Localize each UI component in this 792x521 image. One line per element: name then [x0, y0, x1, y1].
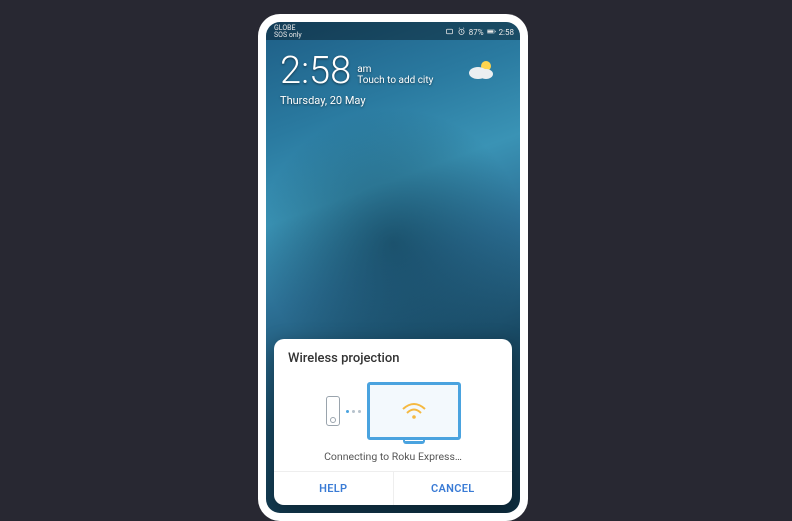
cast-graphic	[326, 382, 461, 440]
connecting-dots-icon	[346, 410, 361, 413]
add-city-label: Touch to add city	[357, 75, 433, 86]
dialog-title: Wireless projection	[274, 339, 512, 374]
wireless-projection-dialog: Wireless projection Connecting to Roku	[274, 339, 512, 505]
cancel-button[interactable]: CANCEL	[394, 472, 513, 505]
status-left: GLOBE SOS only	[274, 25, 302, 39]
nfc-icon	[445, 27, 454, 38]
tv-outline-icon	[367, 382, 461, 440]
battery-label: 87%	[469, 28, 484, 37]
weather-icon[interactable]	[466, 58, 496, 86]
dialog-body: Connecting to Roku Express…	[274, 374, 512, 471]
wifi-icon	[401, 401, 427, 421]
status-bar: GLOBE SOS only 87% 2:58	[266, 22, 520, 40]
status-time: 2:58	[499, 28, 514, 37]
battery-icon	[487, 27, 496, 38]
clock-meta: am Touch to add city	[357, 64, 433, 90]
dialog-actions: HELP CANCEL	[274, 471, 512, 505]
clock-ampm: am	[357, 64, 433, 75]
alarm-icon	[457, 27, 466, 38]
clock-date: Thursday, 20 May	[280, 94, 506, 107]
carrier-sub-label: SOS only	[274, 32, 302, 39]
connecting-status: Connecting to Roku Express…	[324, 450, 462, 463]
phone-outline-icon	[326, 396, 340, 426]
clock-time: 2:58	[280, 52, 351, 90]
phone-frame: GLOBE SOS only 87% 2:58 2:58	[258, 14, 528, 521]
status-right: 87% 2:58	[445, 27, 514, 38]
phone-screen: GLOBE SOS only 87% 2:58 2:58	[266, 22, 520, 513]
help-button[interactable]: HELP	[274, 472, 394, 505]
